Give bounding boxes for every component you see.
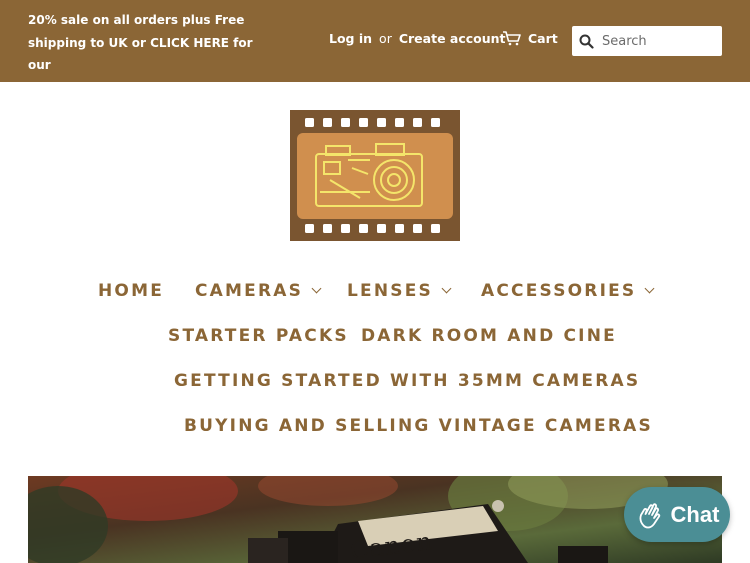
- store-logo[interactable]: [290, 110, 460, 241]
- nav-cameras-label[interactable]: CAMERAS: [195, 281, 303, 301]
- nav-item-accessories[interactable]: ACCESSORIES: [481, 281, 655, 301]
- promo-line-2[interactable]: shipping to UK or CLICK HERE for our: [28, 32, 278, 77]
- announcement-bar: 20% sale on all orders plus Free shippin…: [0, 0, 750, 95]
- chat-button[interactable]: Chat: [624, 487, 730, 542]
- nav-item-starter-packs[interactable]: STARTER PACKS: [168, 326, 349, 346]
- nav-item-lenses[interactable]: LENSES: [347, 281, 452, 301]
- wave-hand-icon[interactable]: [635, 500, 665, 530]
- nav-accessories-label[interactable]: ACCESSORIES: [481, 281, 636, 301]
- nav-item-dark-room[interactable]: DARK ROOM AND CINE: [361, 326, 617, 346]
- nav-getting-started-label[interactable]: GETTING STARTED WITH 35MM CAMERAS: [174, 371, 640, 391]
- nav-item-getting-started[interactable]: GETTING STARTED WITH 35MM CAMERAS: [174, 371, 640, 391]
- cart-icon: [503, 31, 521, 46]
- promo-line-1[interactable]: 20% sale on all orders plus Free: [28, 9, 278, 32]
- create-account-link[interactable]: Create account: [399, 31, 506, 46]
- chat-label[interactable]: Chat: [671, 502, 720, 528]
- account-links: Log in or Create account: [329, 31, 506, 46]
- nav-item-home[interactable]: HOME: [98, 281, 164, 301]
- chevron-down-icon[interactable]: [311, 283, 322, 294]
- nav-buying-selling-label[interactable]: BUYING AND SELLING VINTAGE CAMERAS: [184, 416, 653, 436]
- nav-item-buying-selling[interactable]: BUYING AND SELLING VINTAGE CAMERAS: [184, 416, 653, 436]
- nav-item-cameras[interactable]: CAMERAS: [195, 281, 322, 301]
- chevron-down-icon[interactable]: [441, 283, 452, 294]
- search-icon[interactable]: [579, 34, 594, 49]
- hero-image[interactable]: Canon: [28, 476, 722, 563]
- cart-label[interactable]: Cart: [528, 31, 558, 46]
- or-text: or: [379, 31, 392, 46]
- nav-home-label[interactable]: HOME: [98, 281, 164, 301]
- promo-line-3[interactable]: International Etsy shop: [28, 77, 278, 100]
- login-link[interactable]: Log in: [329, 31, 372, 46]
- nav-starter-packs-label[interactable]: STARTER PACKS: [168, 326, 349, 346]
- search-input[interactable]: [600, 32, 714, 50]
- nav-dark-room-label[interactable]: DARK ROOM AND CINE: [361, 326, 617, 346]
- cart-link[interactable]: Cart: [502, 30, 558, 46]
- chevron-down-icon[interactable]: [644, 283, 655, 294]
- nav-lenses-label[interactable]: LENSES: [347, 281, 433, 301]
- promo-link[interactable]: 20% sale on all orders plus Free shippin…: [28, 9, 278, 99]
- search-box: [572, 26, 722, 56]
